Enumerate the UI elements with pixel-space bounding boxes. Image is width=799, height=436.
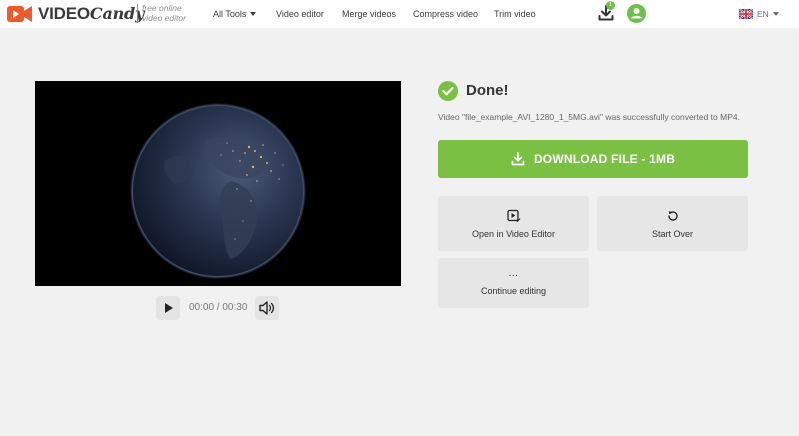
nav-all-tools[interactable]: All Tools — [213, 9, 257, 19]
open-in-editor-label: Open in Video Editor — [472, 228, 555, 239]
nav-trim-video[interactable]: Trim video — [494, 9, 536, 19]
download-file-button[interactable]: DOWNLOAD FILE - 1MB — [438, 140, 748, 178]
site-logo[interactable]: VIDEOCandy — [7, 2, 144, 26]
video-edit-icon — [506, 209, 520, 222]
user-avatar-icon[interactable] — [627, 4, 646, 23]
download-icon — [511, 152, 525, 166]
continue-editing-label: Continue editing — [480, 286, 547, 296]
logo-divider — [137, 4, 138, 23]
check-circle-icon — [438, 81, 458, 101]
nav-merge-videos[interactable]: Merge videos — [342, 9, 396, 19]
chevron-down-icon — [250, 12, 257, 16]
open-in-editor-button[interactable]: Open in Video Editor — [438, 196, 589, 251]
top-header: VIDEOCandy free online video editor All … — [0, 0, 799, 28]
start-over-button[interactable]: Start Over — [597, 196, 748, 251]
nav-compress-video[interactable]: Compress video — [413, 9, 478, 19]
camera-play-icon — [7, 6, 32, 22]
play-icon[interactable] — [156, 296, 180, 320]
continue-editing-button[interactable]: ... Continue editing — [438, 258, 589, 308]
start-over-label: Start Over — [651, 228, 693, 239]
more-dots-icon: ... — [508, 268, 519, 279]
playback-time: 00:00 / 00:30 — [189, 302, 248, 313]
download-button-label: DOWNLOAD FILE - 1MB — [533, 152, 676, 166]
chevron-down-icon — [772, 12, 779, 16]
result-title: Done! — [466, 82, 509, 99]
user-silhouette-icon — [631, 8, 642, 19]
uk-flag-icon — [739, 9, 753, 19]
volume-button[interactable] — [255, 296, 279, 320]
logo-wordmark: VIDEOCandy — [38, 4, 145, 23]
language-selector[interactable]: EN — [739, 8, 779, 20]
earth-night-image — [130, 103, 306, 279]
downloads-count-badge: 1 — [606, 1, 615, 10]
result-message: Video "file_example_AVI_1280_1_5MG.avi" … — [438, 112, 740, 122]
video-preview[interactable] — [35, 81, 401, 286]
restart-icon — [667, 210, 678, 221]
language-label: EN — [757, 9, 769, 19]
nav-video-editor[interactable]: Video editor — [276, 9, 324, 19]
logo-tagline: free online video editor — [142, 3, 186, 23]
volume-icon — [259, 301, 275, 315]
